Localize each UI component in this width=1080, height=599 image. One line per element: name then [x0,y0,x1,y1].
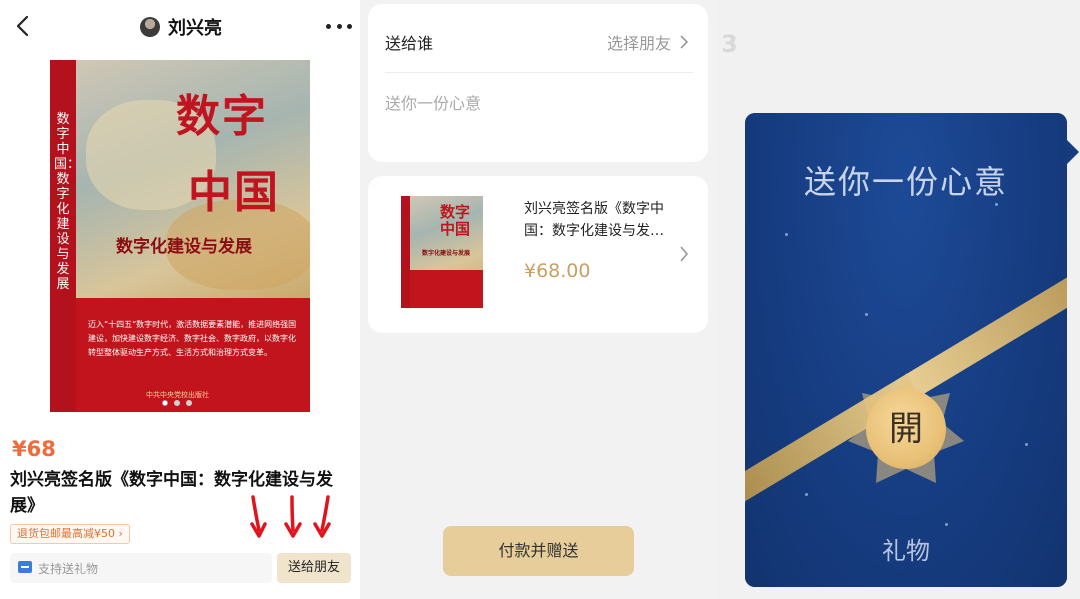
background-glyph: 3 [721,30,738,58]
thumb-face: 数字中国 数字化建设与发展 [410,196,483,308]
cover-title-line2: 中国 [188,167,280,218]
envelope-corner [1067,140,1079,164]
star-decoration [945,523,948,526]
star-decoration [1025,443,1028,446]
product-detail-panel: 刘兴亮 数字中国：数字化建设与发展 数字 中国 数字化建设与发展 迈入“十四五”… [0,0,360,599]
page-title: 刘兴亮 [168,18,222,39]
red-arrow-icon [313,495,331,538]
screenshot-collage: 刘兴亮 数字中国：数字化建设与发展 数字 中国 数字化建设与发展 迈入“十四五”… [0,0,1080,599]
cover-blurb: 迈入“十四五”数字时代，激活数据要素潜能，推进网络强国建设，加快建设数字经济、数… [88,320,297,357]
gift-product-name: 刘兴亮签名版《数字中国：数字化建设与发… [524,201,664,239]
product-price: ¥68 [12,437,56,461]
more-dot-icon [326,23,331,29]
thumb-red-band [410,270,483,308]
carousel-dot [162,400,168,406]
carousel-indicator [162,400,192,406]
carousel-dot [174,400,180,406]
red-arrow-icon [284,495,302,538]
thumb-subtitle: 数字化建设与发展 [422,250,471,257]
more-dot-icon [347,23,352,29]
gift-envelope-panel: 3 送你一份心意 開 礼物 [717,0,1080,599]
product-card[interactable]: 数字中国 数字化建设与发展 刘兴亮签名版《数字中国：数字化建设与发… ¥68.0… [368,176,708,333]
avatar [140,17,160,37]
gift-form-panel: 送给谁 选择朋友 送你一份心意 数字中国 数字化建设与发展 刘兴亮签名版《数字中… [360,0,717,599]
cover-publisher: 中共中央党校出版社 [146,391,209,399]
shop-title[interactable]: 刘兴亮 [140,14,222,40]
open-label: 開 [866,389,946,469]
choose-friend-label: 选择朋友 [606,34,671,53]
recipient-card: 送给谁 选择朋友 送你一份心意 [368,4,708,162]
choose-friend-button[interactable]: 选择朋友 [607,30,688,54]
promo-chip[interactable]: 退货包邮最高减¥50 › [10,524,130,544]
gift-support-bar[interactable]: 支持送礼物 [10,553,272,583]
thumb-spine [401,196,410,308]
star-decoration [865,313,868,316]
chevron-right-icon [680,246,688,262]
book-face: 数字 中国 数字化建设与发展 迈入“十四五”数字时代，激活数据要素潜能，推进网络… [76,60,310,412]
more-button[interactable] [326,16,352,36]
pay-and-gift-button[interactable]: 付款并赠送 [443,526,634,576]
message-input[interactable]: 送你一份心意 [385,90,481,114]
top-bar: 刘兴亮 [0,0,360,52]
gift-label: 礼物 [882,537,930,565]
book-cover-image[interactable]: 数字中国：数字化建设与发展 数字 中国 数字化建设与发展 迈入“十四五”数字时代… [50,60,310,412]
gift-support-text: 支持送礼物 [38,562,99,576]
recipient-label: 送给谁 [385,34,434,53]
cover-subtitle: 数字化建设与发展 [116,237,252,257]
chevron-right-icon [680,35,688,49]
carousel-dot [186,400,192,406]
book-spine: 数字中国：数字化建设与发展 [50,60,81,412]
cover-title-line1: 数字 [176,91,268,142]
star-decoration [785,233,788,236]
gift-product-price: ¥68.00 [524,260,591,282]
back-button[interactable] [10,12,36,40]
thumb-title: 数字中国 [440,203,471,238]
gift-card-icon [18,561,32,573]
book: 数字中国：数字化建设与发展 数字 中国 数字化建设与发展 迈入“十四五”数字时代… [50,60,310,412]
star-decoration [995,203,998,206]
divider [385,72,693,73]
send-to-friend-button[interactable]: 送给朋友 [277,553,351,583]
more-dot-icon [336,23,342,29]
back-arrow-icon [16,15,29,37]
red-arrow-icon [250,495,267,538]
envelope-title: 送你一份心意 [803,163,1008,201]
gift-envelope: 送你一份心意 開 礼物 [745,113,1067,587]
spine-text: 数字中国：数字化建设与发展 [54,112,81,292]
open-seal-button[interactable]: 開 [846,369,966,489]
product-thumbnail: 数字中国 数字化建设与发展 [401,196,483,308]
star-decoration [805,493,808,496]
